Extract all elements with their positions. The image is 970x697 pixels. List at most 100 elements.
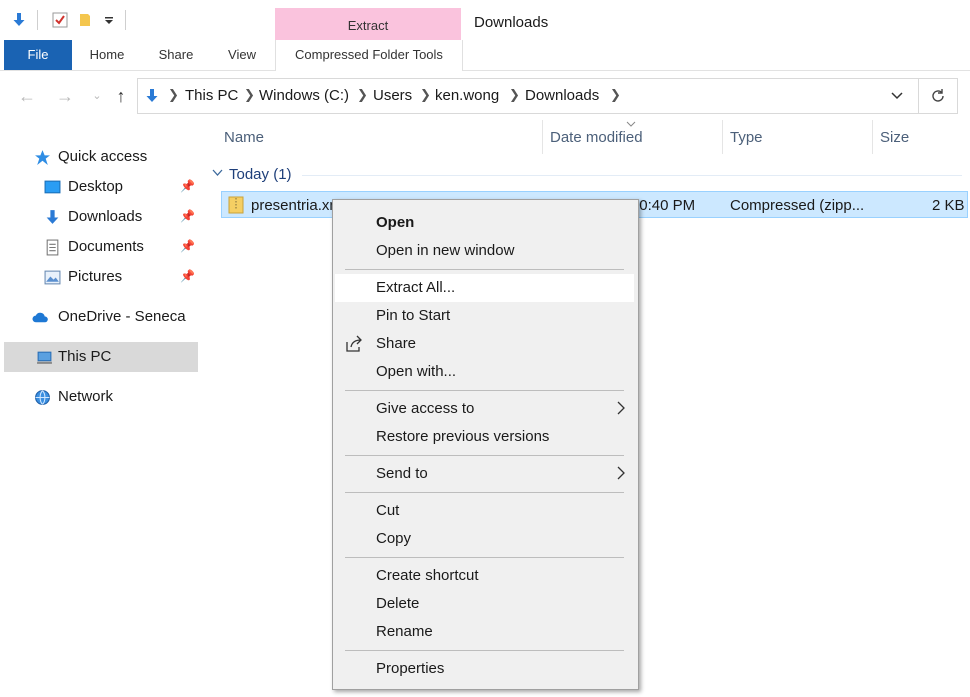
tab-view[interactable]: View xyxy=(214,40,270,70)
toolbar-divider xyxy=(37,10,38,30)
menu-separator xyxy=(345,557,624,558)
menu-item-restore-previous-versions[interactable]: Restore previous versions xyxy=(335,423,634,451)
breadcrumb-chevron-icon[interactable]: ❯ xyxy=(357,87,368,103)
menu-item-give-access-to[interactable]: Give access to xyxy=(335,395,634,423)
breadcrumb-chevron-icon[interactable]: ❯ xyxy=(244,87,255,103)
sidebar-item-documents[interactable]: Documents 📌 xyxy=(4,232,198,262)
column-divider[interactable] xyxy=(872,120,873,154)
column-header-name[interactable]: Name xyxy=(224,129,264,146)
downloads-icon xyxy=(46,210,59,224)
menu-item-open-with[interactable]: Open with... xyxy=(335,358,634,386)
group-divider xyxy=(302,175,962,176)
sidebar-item-desktop[interactable]: Desktop 📌 xyxy=(4,172,198,202)
breadcrumb-windows-c[interactable]: Windows (C:) xyxy=(259,87,349,104)
sidebar-item-label: Downloads xyxy=(68,208,143,225)
menu-separator xyxy=(345,390,624,391)
breadcrumb-chevron-icon[interactable]: ❯ xyxy=(168,87,179,103)
documents-icon xyxy=(46,239,59,256)
breadcrumb-chevron-icon[interactable]: ❯ xyxy=(509,87,520,103)
customize-dropdown-icon[interactable] xyxy=(101,12,117,28)
navigation-bar: ← → ⌄ ↑ ❯ This PC ❯ Windows (C:) ❯ Users… xyxy=(0,71,970,119)
column-divider[interactable] xyxy=(722,120,723,154)
tab-home[interactable]: Home xyxy=(76,40,138,70)
menu-item-properties[interactable]: Properties xyxy=(335,655,634,683)
column-header-date-modified[interactable]: Date modified xyxy=(550,129,643,146)
sidebar-item-label: Network xyxy=(58,388,114,405)
sidebar-item-label: This PC xyxy=(58,348,112,365)
refresh-button[interactable] xyxy=(918,78,958,114)
breadcrumb-this-pc[interactable]: This PC xyxy=(185,87,238,104)
menu-item-label: Create shortcut xyxy=(376,567,479,584)
submenu-arrow-icon xyxy=(617,401,625,415)
menu-item-cut[interactable]: Cut xyxy=(335,497,634,525)
pin-icon[interactable]: 📌 xyxy=(180,209,195,223)
sidebar-item-network[interactable]: Network xyxy=(4,382,198,412)
sidebar-item-this-pc[interactable]: This PC xyxy=(4,342,198,372)
sidebar-item-pictures[interactable]: Pictures 📌 xyxy=(4,262,198,292)
breadcrumb-users[interactable]: Users xyxy=(373,87,412,104)
star-icon xyxy=(35,150,50,165)
sidebar-item-label: Pictures xyxy=(68,268,123,285)
address-bar[interactable]: ❯ This PC ❯ Windows (C:) ❯ Users ❯ ken.w… xyxy=(137,78,920,114)
menu-item-copy[interactable]: Copy xyxy=(335,525,634,553)
menu-item-label: Give access to xyxy=(376,400,475,417)
menu-item-label: Pin to Start xyxy=(376,307,451,324)
column-header-size[interactable]: Size xyxy=(880,129,909,146)
breadcrumb-chevron-icon[interactable]: ❯ xyxy=(420,87,431,103)
menu-item-label: Properties xyxy=(376,660,445,677)
network-icon xyxy=(35,390,50,405)
menu-item-send-to[interactable]: Send to xyxy=(335,460,634,488)
tab-compressed-folder-tools[interactable]: Compressed Folder Tools xyxy=(275,40,463,71)
downloads-icon xyxy=(146,89,158,102)
menu-item-label: Send to xyxy=(376,465,428,482)
ribbon-tabs: File Home Share View Compressed Folder T… xyxy=(0,40,970,71)
sidebar-item-onedrive[interactable]: OneDrive - Seneca xyxy=(4,302,198,332)
up-arrow-icon[interactable]: ↑ xyxy=(110,85,132,107)
download-arrow-icon[interactable] xyxy=(11,12,27,28)
group-label: Today (1) xyxy=(229,166,292,183)
menu-item-open[interactable]: Open xyxy=(335,209,634,237)
menu-item-label: Delete xyxy=(376,595,420,612)
pin-icon[interactable]: 📌 xyxy=(180,269,195,283)
zip-folder-icon xyxy=(228,196,244,214)
extract-tab-group-header: Extract xyxy=(275,8,461,41)
menu-item-delete[interactable]: Delete xyxy=(335,590,634,618)
navigation-pane: Quick access Desktop 📌 Downloads 📌 Docum… xyxy=(0,120,200,697)
sidebar-item-label: Quick access xyxy=(58,148,148,165)
column-divider[interactable] xyxy=(542,120,543,154)
file-type: Compressed (zipp... xyxy=(730,197,865,214)
sidebar-item-label: OneDrive - Seneca xyxy=(58,308,186,325)
sidebar-item-label: Documents xyxy=(68,238,144,255)
forward-arrow-icon[interactable]: → xyxy=(54,85,76,107)
share-icon xyxy=(346,335,362,352)
pin-icon[interactable]: 📌 xyxy=(180,179,195,193)
breadcrumb-downloads[interactable]: Downloads xyxy=(525,87,599,104)
breadcrumb-chevron-icon[interactable]: ❯ xyxy=(610,87,621,103)
menu-item-extract-all[interactable]: Extract All... xyxy=(335,274,634,302)
menu-separator xyxy=(345,455,624,456)
menu-item-pin-to-start[interactable]: Pin to Start xyxy=(335,302,634,330)
cloud-icon xyxy=(32,312,48,323)
tab-share[interactable]: Share xyxy=(146,40,206,70)
file-size: 2 KB xyxy=(932,197,965,214)
new-folder-icon[interactable] xyxy=(77,12,93,28)
breadcrumb-ken-wong[interactable]: ken.wong xyxy=(435,87,499,104)
menu-item-share[interactable]: Share xyxy=(335,330,634,358)
toolbar-divider xyxy=(125,10,126,30)
menu-item-create-shortcut[interactable]: Create shortcut xyxy=(335,562,634,590)
menu-item-rename[interactable]: Rename xyxy=(335,618,634,646)
menu-item-label: Open in new window xyxy=(376,242,515,259)
menu-item-open-in-new-window[interactable]: Open in new window xyxy=(335,237,634,265)
column-headers: Name Date modified Type Size xyxy=(202,120,970,156)
properties-check-icon[interactable] xyxy=(52,12,68,28)
column-header-type[interactable]: Type xyxy=(730,129,763,146)
back-arrow-icon[interactable]: ← xyxy=(16,85,38,107)
collapse-chevron-icon[interactable] xyxy=(212,169,223,177)
tab-file[interactable]: File xyxy=(4,40,72,70)
recent-locations-chevron-icon[interactable]: ⌄ xyxy=(86,85,108,107)
sidebar-item-downloads[interactable]: Downloads 📌 xyxy=(4,202,198,232)
sidebar-item-quick-access[interactable]: Quick access xyxy=(4,142,198,172)
pin-icon[interactable]: 📌 xyxy=(180,239,195,253)
address-dropdown-chevron-icon[interactable] xyxy=(890,90,904,102)
extract-label: Extract xyxy=(347,18,389,33)
